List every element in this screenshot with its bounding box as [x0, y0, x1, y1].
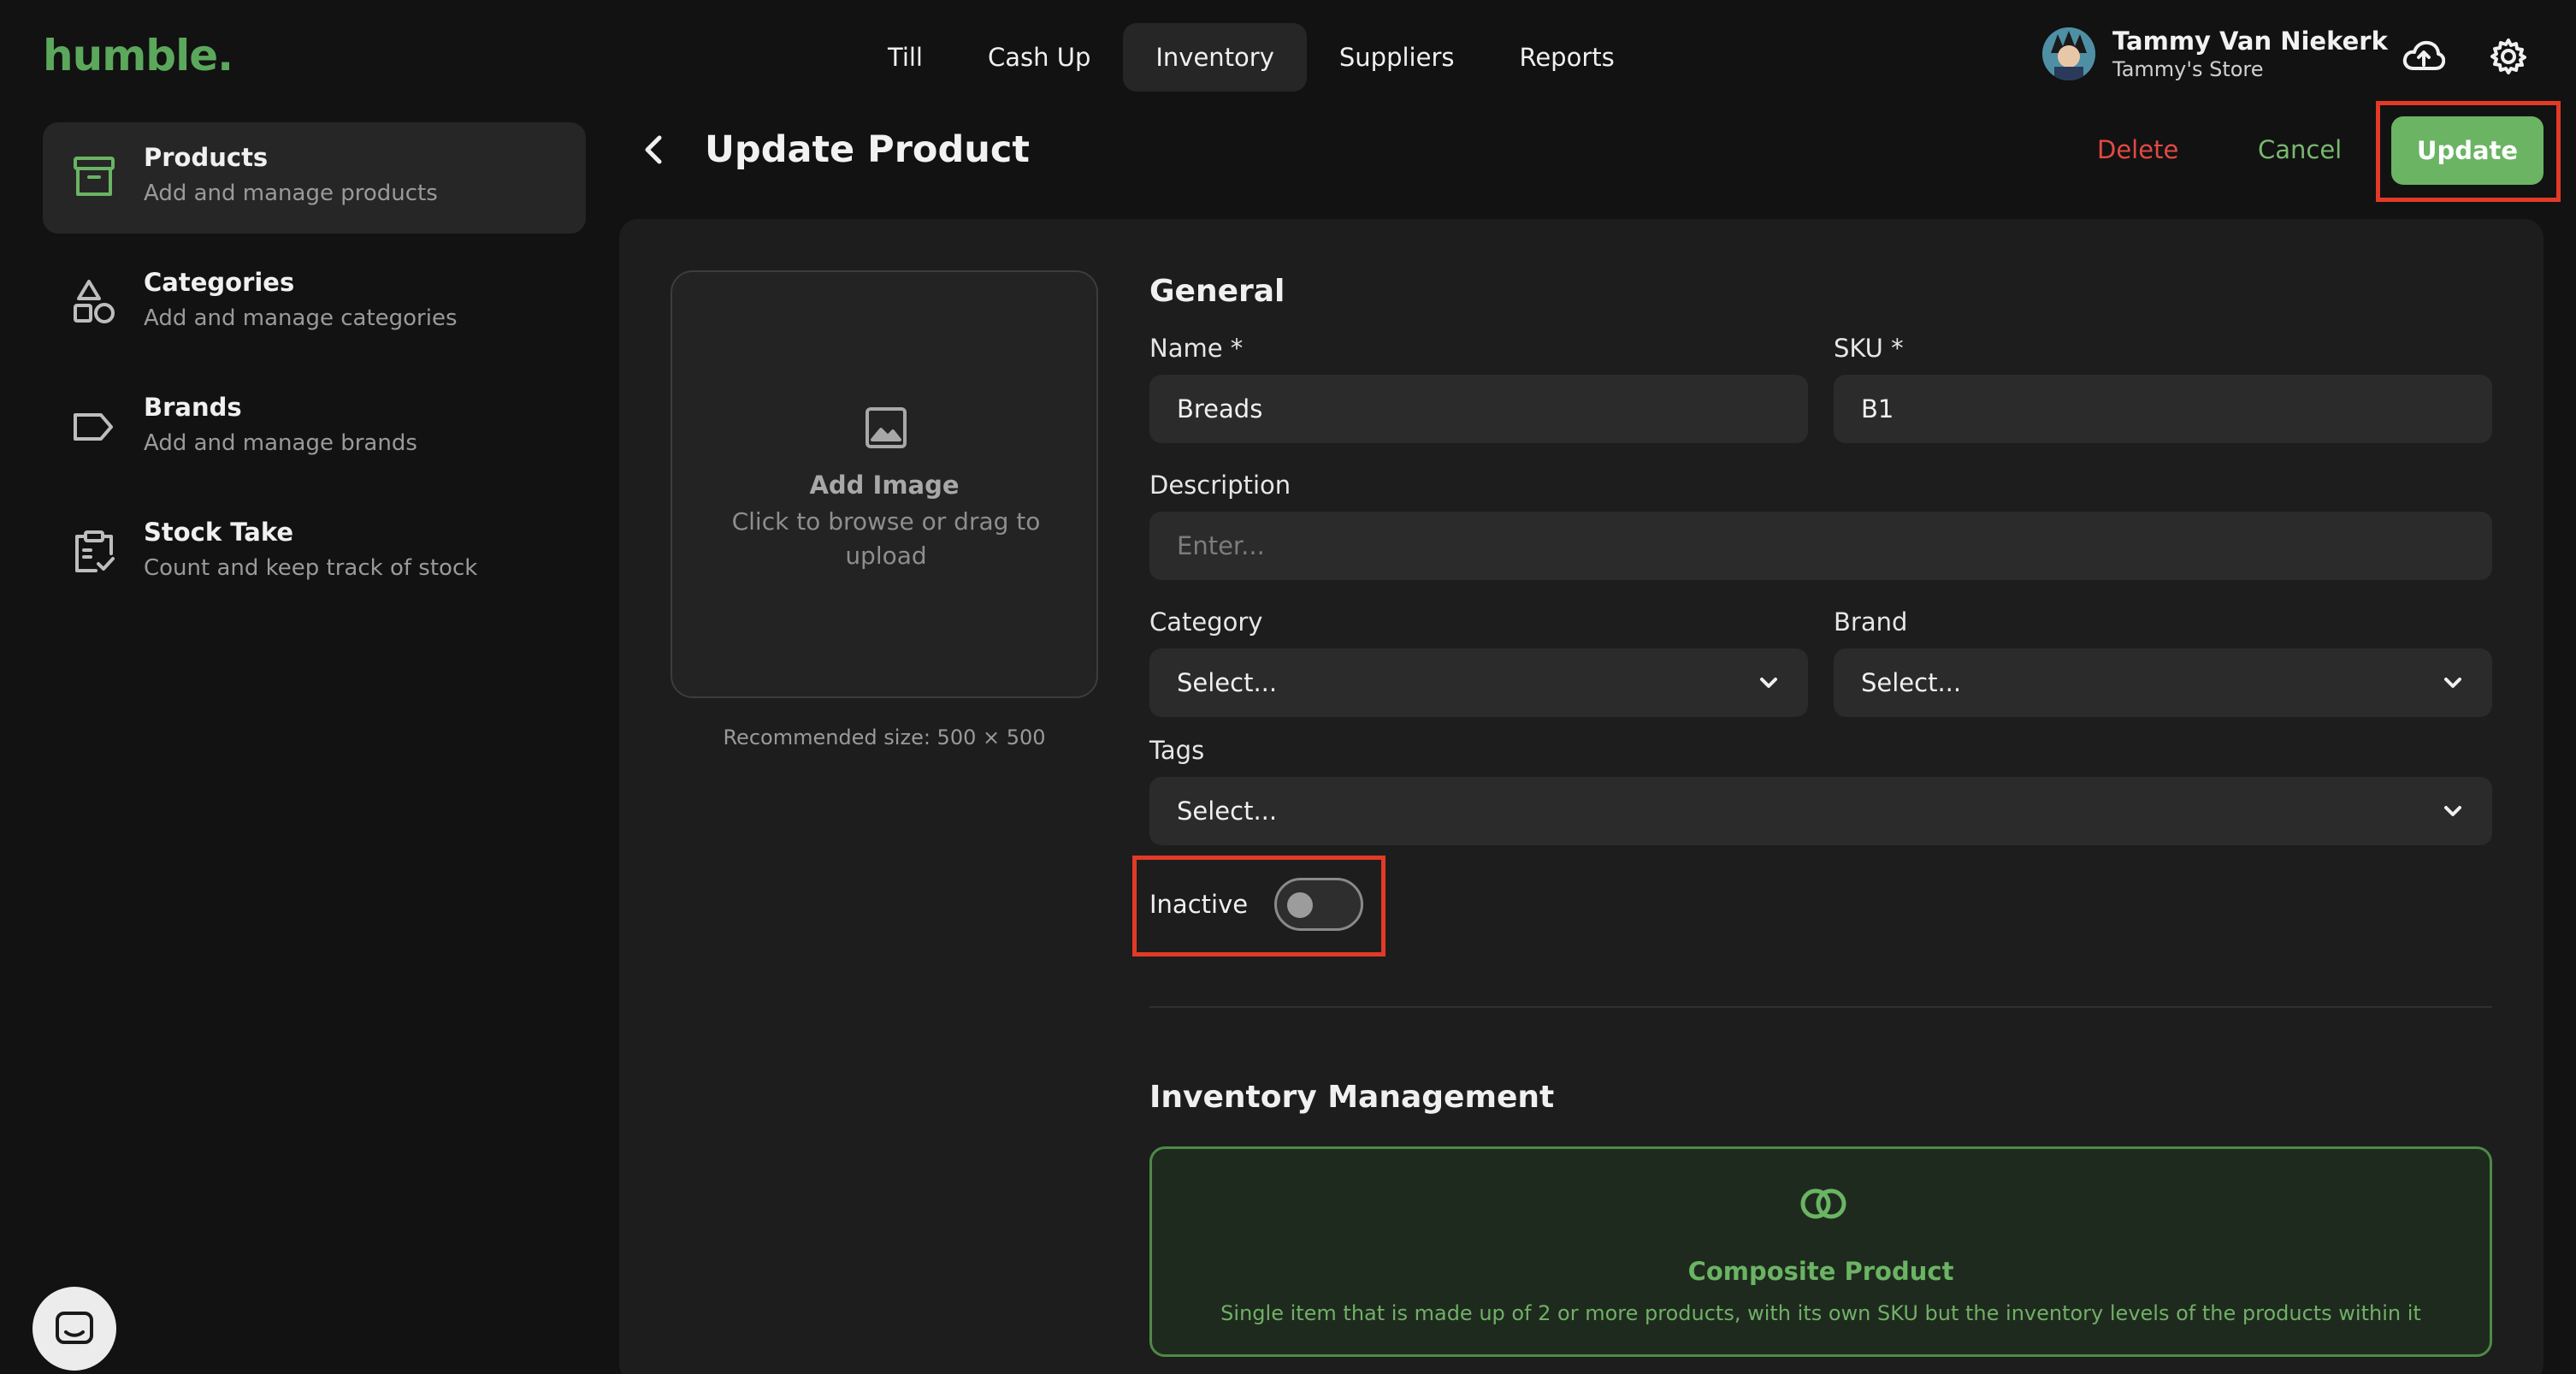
archive-box-icon	[74, 157, 115, 196]
humble-logo[interactable]: humble.	[43, 31, 233, 80]
app-root: humble. Till Cash Up Inventory Suppliers…	[0, 0, 2576, 1374]
chevron-down-icon	[2444, 806, 2461, 816]
sku-input[interactable]: B1	[1834, 375, 2492, 443]
sidebar-item-subtitle: Add and manage products	[144, 181, 438, 206]
cancel-button[interactable]: Cancel	[2258, 135, 2342, 164]
nav-till[interactable]: Till	[855, 23, 955, 92]
back-button[interactable]	[633, 128, 676, 171]
gear-icon[interactable]	[2483, 31, 2534, 82]
description-input[interactable]: Enter...	[1149, 512, 2492, 580]
sidebar: Products Add and manage products Categor…	[43, 122, 586, 622]
chevron-down-icon	[2444, 678, 2461, 688]
description-label: Description	[1149, 471, 1291, 500]
cloud-upload-icon[interactable]	[2398, 31, 2449, 82]
clipboard-check-icon	[75, 530, 115, 572]
nav-suppliers[interactable]: Suppliers	[1307, 23, 1487, 92]
sidebar-item-stock-take[interactable]: Stock Take Count and keep track of stock	[43, 497, 586, 608]
chat-icon	[56, 1312, 93, 1344]
sidebar-item-title: Stock Take	[144, 518, 294, 547]
sidebar-item-categories[interactable]: Categories Add and manage categories	[43, 247, 586, 358]
category-select[interactable]: Select...	[1149, 649, 1808, 717]
name-label: Name *	[1149, 334, 1244, 363]
image-recommended-size: Recommended size: 500 × 500	[723, 725, 1046, 749]
composite-product-option[interactable]: Composite Product Single item that is ma…	[1149, 1146, 2492, 1357]
top-bar: humble. Till Cash Up Inventory Suppliers…	[0, 0, 2576, 111]
update-button[interactable]: Update	[2391, 116, 2544, 185]
section-divider	[1149, 1006, 2492, 1008]
image-icon	[866, 407, 907, 448]
sidebar-item-title: Brands	[144, 393, 242, 422]
inactive-label: Inactive	[1149, 890, 1249, 919]
inactive-toggle[interactable]	[1274, 878, 1363, 931]
composite-product-subtitle: Single item that is made up of 2 or more…	[1220, 1301, 2421, 1325]
main-nav: Till Cash Up Inventory Suppliers Reports	[855, 23, 1647, 92]
user-store: Tammy's Store	[2112, 57, 2264, 81]
nav-cash-up[interactable]: Cash Up	[955, 23, 1123, 92]
tags-label: Tags	[1149, 736, 1205, 765]
category-label: Category	[1149, 607, 1263, 637]
user-info: Tammy Van Niekerk Tammy's Store	[2112, 26, 2388, 82]
brand-select-value: Select...	[1861, 668, 1962, 697]
sidebar-item-products[interactable]: Products Add and manage products	[43, 122, 586, 234]
sidebar-item-subtitle: Add and manage brands	[144, 430, 417, 456]
add-image-subtitle: Click to browse or drag to upload	[731, 507, 1041, 570]
sidebar-item-subtitle: Count and keep track of stock	[144, 555, 478, 581]
avatar	[2042, 27, 2095, 80]
chevron-left-icon	[645, 135, 662, 164]
shapes-icon	[74, 280, 115, 323]
general-section-title: General	[1149, 274, 1285, 309]
chat-support-button[interactable]	[32, 1287, 116, 1371]
nav-inventory[interactable]: Inventory	[1123, 23, 1307, 92]
tags-select-value: Select...	[1177, 797, 1278, 826]
composite-rings-icon	[1800, 1188, 1846, 1219]
page-title: Update Product	[705, 128, 1030, 171]
add-image-title: Add Image	[809, 471, 960, 500]
sidebar-item-title: Categories	[144, 268, 295, 297]
brand-label: Brand	[1834, 607, 1908, 637]
delete-button[interactable]: Delete	[2097, 135, 2178, 164]
sidebar-item-subtitle: Add and manage categories	[144, 305, 458, 331]
nav-reports[interactable]: Reports	[1486, 23, 1646, 92]
sidebar-item-brands[interactable]: Brands Add and manage brands	[43, 372, 586, 483]
name-input[interactable]: Breads	[1149, 375, 1808, 443]
sku-label: SKU *	[1834, 334, 1904, 363]
brand-select[interactable]: Select...	[1834, 649, 2492, 717]
tags-select[interactable]: Select...	[1149, 777, 2492, 845]
user-menu[interactable]: Tammy Van Niekerk Tammy's Store	[2042, 26, 2388, 82]
chevron-down-icon	[1760, 678, 1777, 688]
image-upload-dropzone[interactable]: Add Image Click to browse or drag to upl…	[671, 270, 1098, 698]
user-name: Tammy Van Niekerk	[2112, 27, 2388, 56]
inventory-section-title: Inventory Management	[1149, 1080, 1555, 1115]
tag-icon	[74, 413, 113, 441]
toggle-knob	[1287, 892, 1313, 918]
category-select-value: Select...	[1177, 668, 1278, 697]
sidebar-item-title: Products	[144, 143, 269, 172]
composite-product-title: Composite Product	[1687, 1257, 1954, 1286]
